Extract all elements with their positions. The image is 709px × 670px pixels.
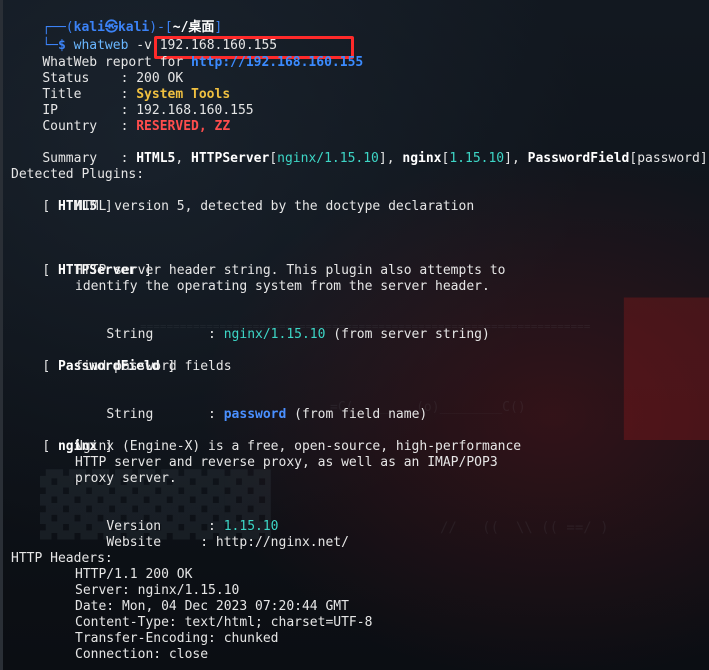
plugin-httpserver-desc: identify the operating system from the s… [75,279,490,294]
string-value: password [223,407,287,422]
plugin-nginx-heading: [ nginx ] [11,423,112,454]
string-note: (from server string) [325,327,490,342]
string-note: (from field name) [286,407,428,422]
plugin-httpserver-desc: HTTP server header string. This plugin a… [75,263,506,278]
plugin-nginx-desc: Nginx (Engine-X) is a free, open-source,… [75,439,522,454]
plugin-nginx-version: Version : 1.15.10 [75,503,278,534]
title-row: Title : System Tools [11,71,230,102]
plugin-passwordfield-heading: [ PasswordField ] [11,343,175,374]
http-header-line: Connection: close [75,647,209,662]
plugin-passwordfield-desc: find password fields [75,359,232,374]
string-value: nginx/1.15.10 [223,327,326,342]
bracket: [ [42,199,58,214]
http-header-line: Content-Type: text/html; charset=UTF-8 [75,615,373,630]
string-label: String : [106,327,224,342]
website-label: Website : [106,535,216,550]
plugin-nginx-desc: HTTP server and reverse proxy, as well a… [75,455,498,470]
summary-separator: ], [378,151,403,166]
http-header-line: Date: Mon, 04 Dec 2023 07:20:44 GMT [75,599,349,614]
bracket: [ [42,263,58,278]
summary-bracket: [ [269,151,278,166]
summary-separator: ], [504,151,528,166]
bracket: [ [42,359,58,374]
wallpaper-skull-shape: █ [625,300,709,439]
status-row: Status : 200 OK [11,55,183,86]
http-header-line: Server: nginx/1.15.10 [75,583,240,598]
wallpaper-ascii-art: // (( \\ (( ==/ ) [440,520,609,536]
website-value: http://nginx.net/ [215,535,349,550]
summary-label: Summary : [42,151,137,166]
ip-row: IP : 192.168.160.155 [11,87,253,118]
plugin-httpserver-heading: [ HTTPServer ] [11,247,152,278]
command-line[interactable]: └─$ whatweb -v 192.168.160.155 [11,22,277,53]
summary-separator: , [175,151,192,166]
country-label: Country : [42,119,137,134]
plugin-html5-heading: [ HTML5 ] [11,183,112,214]
summary-value: [password] [629,151,708,166]
summary-item: HTTPServer [191,151,270,166]
plugin-nginx-desc: proxy server. [75,471,177,486]
bracket: [ [42,439,58,454]
summary-row: Summary : HTML5, HTTPServer[nginx/1.15.1… [11,135,707,166]
http-headers-heading: HTTP Headers: [11,551,113,566]
summary-value: nginx/1.15.10 [277,151,379,166]
plugin-httpserver-string: String : nginx/1.15.10 (from server stri… [75,311,490,342]
plugins-heading: Detected Plugins: [11,167,145,182]
summary-item: HTML5 [136,151,176,166]
report-header: WhatWeb report for http://192.168.160.15… [11,39,363,70]
terminal-window[interactable]: ========================================… [0,0,709,670]
country-value: RESERVED, ZZ [136,119,231,134]
country-row: Country : RESERVED, ZZ [11,103,230,134]
http-header-line: Transfer-Encoding: chunked [75,631,279,646]
report-url-link[interactable]: http://192.168.160.155 [191,55,363,70]
plugin-nginx-website: Website : http://nginx.net/ [75,519,349,550]
plugin-passwordfield-string: String : password (from field name) [75,391,427,422]
plugin-html5-desc: HTML version 5, detected by the doctype … [75,199,475,214]
string-label: String : [106,407,224,422]
http-header-line: HTTP/1.1 200 OK [75,567,193,582]
summary-item: PasswordField [527,151,630,166]
summary-value: 1.15.10 [449,151,505,166]
terminal-scrollbar[interactable] [0,0,3,670]
summary-item: nginx [402,151,442,166]
shell-prompt-line: ┌──(kali㉿kali)-[~/桌面] [11,4,222,35]
